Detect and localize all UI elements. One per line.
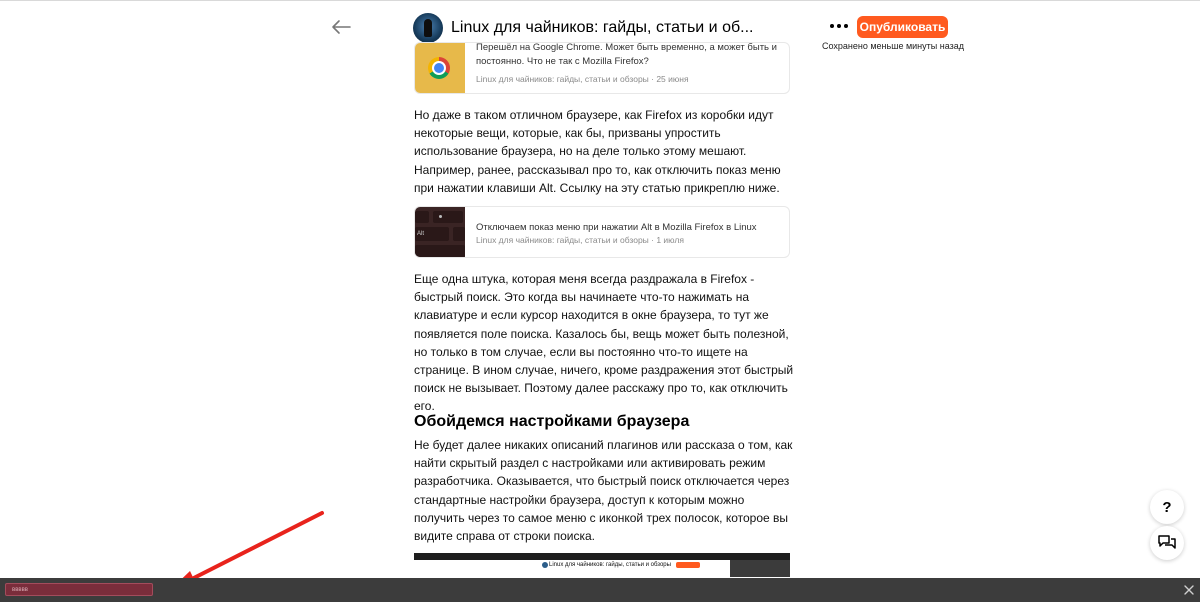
card-title-line: постоянно. Что не так с Mozilla Firefox? bbox=[476, 56, 649, 67]
bottom-find-bar: ввввв bbox=[0, 578, 1200, 602]
question-icon[interactable]: ? bbox=[1150, 490, 1184, 524]
feedback-chat-icon[interactable] bbox=[1150, 526, 1184, 560]
card-meta: Linux для чайников: гайды, статьи и обзо… bbox=[476, 74, 689, 84]
article-paragraph: Еще одна штука, которая меня всегда разд… bbox=[414, 272, 794, 414]
section-heading: Обойдемся настройками браузера bbox=[414, 413, 690, 430]
card-title-line: Перешёл на Google Chrome. Может быть вре… bbox=[476, 42, 777, 53]
more-options-icon[interactable] bbox=[830, 24, 850, 30]
top-divider bbox=[0, 0, 1200, 1]
card-thumbnail bbox=[415, 43, 465, 93]
card-thumbnail: Alt bbox=[415, 207, 465, 257]
back-arrow-icon[interactable] bbox=[330, 18, 352, 36]
article-paragraph: Но даже в таком отличном браузере, как F… bbox=[414, 108, 781, 195]
chrome-logo-icon bbox=[428, 57, 450, 79]
link-card-alt[interactable]: Alt Отключаем показ меню при нажатии Alt… bbox=[414, 206, 790, 258]
keyboard-alt-icon: Alt bbox=[417, 231, 425, 237]
channel-title[interactable]: Linux для чайников: гайды, статьи и об..… bbox=[451, 19, 753, 37]
find-input[interactable]: ввввв bbox=[5, 583, 153, 596]
avatar-figure bbox=[424, 19, 432, 37]
card-meta: Linux для чайников: гайды, статьи и обзо… bbox=[476, 235, 684, 245]
article-paragraph: Не будет далее никаких описаний плагинов… bbox=[414, 438, 793, 544]
link-card-chrome[interactable]: Перешёл на Google Chrome. Может быть вре… bbox=[414, 42, 790, 94]
embedded-screenshot: Linux для чайников: гайды, статьи и обзо… bbox=[414, 553, 790, 577]
card-title: Отключаем показ меню при нажатии Alt в M… bbox=[476, 222, 757, 233]
saved-status: Сохранено меньше минуты назад bbox=[822, 41, 964, 51]
publish-button[interactable]: Опубликовать bbox=[857, 16, 948, 38]
embed-title: Linux для чайников: гайды, статьи и обзо… bbox=[549, 562, 671, 568]
channel-avatar[interactable] bbox=[413, 13, 443, 43]
close-icon[interactable] bbox=[1182, 583, 1196, 597]
